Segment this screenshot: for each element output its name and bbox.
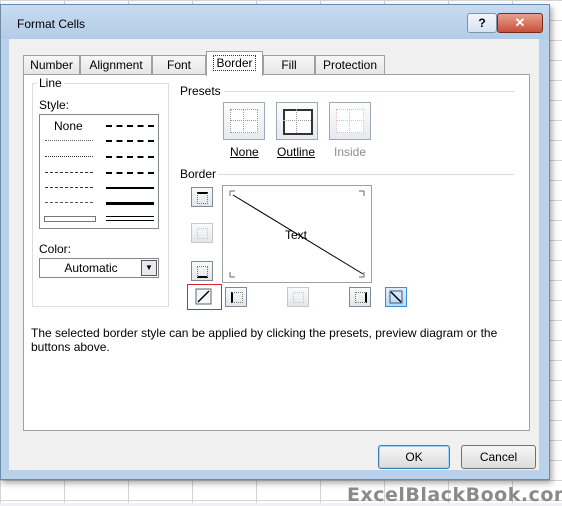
preset-inside-label: Inside: [334, 145, 367, 159]
line-style-list[interactable]: None: [39, 114, 159, 229]
diagonal-down-icon: [389, 290, 403, 304]
dialog-body: Number Alignment Font Border Fill Protec…: [9, 39, 539, 470]
preset-outline-button[interactable]: [276, 102, 318, 140]
tab-border-label: Border: [213, 55, 256, 71]
border-left-button[interactable]: [225, 287, 247, 307]
cancel-button[interactable]: Cancel: [461, 445, 536, 469]
border-inside-vertical-button[interactable]: [287, 287, 309, 307]
style-dash-dot[interactable]: [45, 187, 93, 188]
border-title: Border: [180, 167, 217, 181]
style-slant-dash-dot[interactable]: [106, 140, 154, 142]
color-label: Color:: [39, 242, 72, 256]
style-thin-selected[interactable]: [44, 216, 96, 222]
diagonal-up-button[interactable]: [187, 284, 222, 310]
style-med-dash-dot-dot[interactable]: [106, 125, 154, 127]
style-medium[interactable]: [106, 187, 154, 189]
border-right-button[interactable]: [349, 287, 371, 307]
style-double[interactable]: [106, 216, 154, 221]
style-med-dashed[interactable]: [106, 172, 154, 174]
style-thick[interactable]: [106, 202, 154, 205]
preset-none-button[interactable]: [223, 102, 265, 140]
format-cells-dialog: Format Cells ? ✕ Number Alignment Font B…: [0, 4, 550, 480]
style-label: Style:: [39, 98, 70, 112]
diagonal-down-button[interactable]: [385, 287, 407, 307]
border-inside-horizontal-button[interactable]: [191, 223, 213, 243]
border-bottom-button[interactable]: [191, 261, 213, 281]
style-med-dash-dot[interactable]: [106, 156, 154, 158]
tab-protection[interactable]: Protection: [315, 55, 385, 75]
preset-inside-button[interactable]: [329, 102, 371, 140]
style-dash-dot-dot[interactable]: [45, 172, 93, 173]
line-group-title: Line: [37, 76, 64, 90]
border-top-button[interactable]: [191, 187, 213, 207]
border-preview[interactable]: Text: [222, 185, 372, 283]
tab-font[interactable]: Font: [152, 55, 206, 75]
color-value: Automatic: [64, 261, 118, 275]
tab-number[interactable]: Number: [23, 55, 80, 75]
chevron-down-icon[interactable]: ▼: [141, 260, 157, 276]
style-dashed[interactable]: [45, 202, 93, 203]
preview-text: Text: [285, 228, 308, 242]
help-note: The selected border style can be applied…: [31, 326, 498, 354]
help-button[interactable]: ?: [467, 13, 497, 33]
preset-none-label: None: [230, 145, 259, 159]
preset-outline-label: Outline: [277, 145, 316, 159]
ok-button[interactable]: OK: [378, 445, 450, 469]
style-hairline[interactable]: [45, 140, 93, 141]
dialog-title: Format Cells: [17, 17, 86, 31]
border-separator: [218, 174, 514, 175]
line-group: Line Style: None Color: Automatic ▼: [32, 76, 169, 307]
diagonal-up-icon: [195, 288, 212, 305]
border-tab-panel: Line Style: None Color: Automatic ▼ Pres…: [23, 74, 530, 431]
style-dotted[interactable]: [45, 156, 93, 157]
title-bar: Format Cells ? ✕: [1, 5, 549, 39]
tab-alignment[interactable]: Alignment: [80, 55, 152, 75]
color-dropdown[interactable]: Automatic ▼: [39, 258, 159, 278]
close-button[interactable]: ✕: [497, 13, 543, 33]
presets-separator: [224, 91, 514, 92]
style-none[interactable]: None: [54, 119, 83, 133]
tab-fill[interactable]: Fill: [263, 55, 315, 75]
tab-border[interactable]: Border: [206, 51, 263, 76]
presets-title: Presets: [180, 84, 221, 98]
